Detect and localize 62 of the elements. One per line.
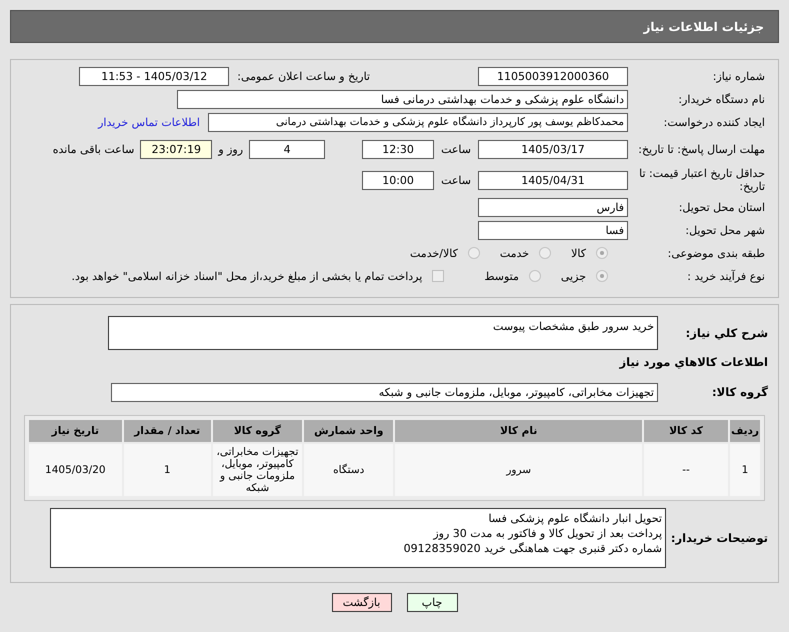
field-label: استان محل تحویل: xyxy=(678,200,766,214)
validity-time-field[interactable]: 10:00 xyxy=(362,170,434,190)
validity-date-field[interactable]: 1405/04/31 xyxy=(478,170,628,190)
contact-link[interactable]: اطلاعات تماس خریدار xyxy=(98,116,200,128)
city-field[interactable]: فسا xyxy=(478,220,628,240)
column-header: تاریخ نیاز xyxy=(29,420,122,442)
deadline-date-field[interactable]: 1405/03/17 xyxy=(478,140,628,158)
need-number-field[interactable]: 1105003912000360 xyxy=(478,66,628,86)
deadline-time-field[interactable]: 12:30 xyxy=(362,140,434,158)
radio-label: کالا xyxy=(571,246,586,260)
field-label: ایجاد کننده درخواست: xyxy=(662,116,766,128)
radio-button[interactable] xyxy=(468,247,480,259)
radio-button[interactable] xyxy=(539,247,552,259)
checkbox-label: پرداخت تمام یا بخشی از مبلغ خرید،از محل "اسناد خزانه اسلامی" خواهد بود. xyxy=(72,270,422,282)
field-label: شرح کلي نياز: xyxy=(684,326,769,340)
radio-label: خدمت xyxy=(500,246,530,260)
section-heading: اطلاعات کالاهاي مورد نياز xyxy=(618,355,769,371)
radio-label: جزیی xyxy=(560,270,586,282)
field-label: شماره نیاز: xyxy=(712,70,766,82)
radio-button[interactable] xyxy=(528,270,541,282)
column-header: کد کالا xyxy=(644,420,728,442)
field-label: شهر محل تحویل: xyxy=(684,224,766,236)
remaining-label: ساعت باقی مانده xyxy=(52,142,134,156)
column-header: گروه کالا xyxy=(212,420,302,442)
field-label: نوع فرآیند خرید : xyxy=(686,270,766,282)
radio-label: متوسط xyxy=(484,270,519,282)
table-cell: 1 xyxy=(730,444,760,496)
table-cell: 1 xyxy=(124,444,211,496)
field-label: مهلت ارسال پاسخ: تا تاریخ: xyxy=(637,142,766,156)
field-label: نام دستگاه خریدار: xyxy=(677,92,766,106)
province-field[interactable]: فارس xyxy=(478,198,628,216)
column-header: تعداد / مقدار xyxy=(124,420,211,442)
buyer-org-field[interactable]: دانشگاه علوم پزشکی و خدمات بهداشتی درمانی فسا xyxy=(177,90,628,108)
radio-button[interactable] xyxy=(596,270,608,282)
checkbox[interactable] xyxy=(432,270,444,282)
time-label: ساعت xyxy=(441,174,471,186)
table-cell: تجهیزات مخابراتی، کامپیوتر، موبایل، ملزومات جانبی و شبکه xyxy=(212,444,302,496)
days-field[interactable]: 4 xyxy=(249,140,326,158)
description-field[interactable]: خرید سرور طبق مشخصات پیوست xyxy=(108,316,658,350)
time-label: ساعت xyxy=(441,142,471,156)
buyer-notes-field[interactable]: تحویل انبار دانشگاه علوم پزشکی فسا پرداخت بعد از تحویل کالا و فاکتور به مدت 30 روز شماره دکتر قنبری جهت هماهنگی خرید 09128359020 xyxy=(50,508,666,568)
print-button[interactable]: چاپ xyxy=(406,593,458,612)
table-cell: سرور xyxy=(395,444,642,496)
days-label: روز و xyxy=(218,142,244,156)
announce-date-field[interactable]: 1405/03/12 - 11:53 xyxy=(79,66,230,86)
field-label: گروه کالا: xyxy=(711,385,769,399)
table-cell: -- xyxy=(644,444,728,496)
column-header: ردیف xyxy=(730,420,760,442)
goods-group-field[interactable]: تجهیزات مخابراتی، کامپیوتر، موبایل، ملزومات جانبی و شبکه xyxy=(111,382,658,402)
requester-field[interactable]: محمدکاظم یوسف پور کارپرداز دانشگاه علوم پزشکی و خدمات بهداشتی درمانی xyxy=(208,112,628,132)
table-cell: دستگاه xyxy=(304,444,394,496)
field-label: طبقه بندی موضوعی: xyxy=(666,246,766,260)
radio-button[interactable] xyxy=(596,247,608,259)
column-header: واحد شمارش xyxy=(304,420,394,442)
field-label: تاریخ و ساعت اعلان عمومی: xyxy=(237,70,370,82)
remaining-time-field: 23:07:19 xyxy=(140,140,212,158)
page-title: جزئیات اطلاعات نیاز xyxy=(643,20,764,34)
table-cell: 1405/03/20 xyxy=(29,444,122,496)
column-header: نام کالا xyxy=(395,420,642,442)
back-button[interactable]: بازگشت xyxy=(332,593,392,612)
radio-label: کالا/خدمت xyxy=(410,246,458,260)
field-label: حداقل تاریخ اعتبار قیمت: تا تاریخ: xyxy=(638,167,766,193)
